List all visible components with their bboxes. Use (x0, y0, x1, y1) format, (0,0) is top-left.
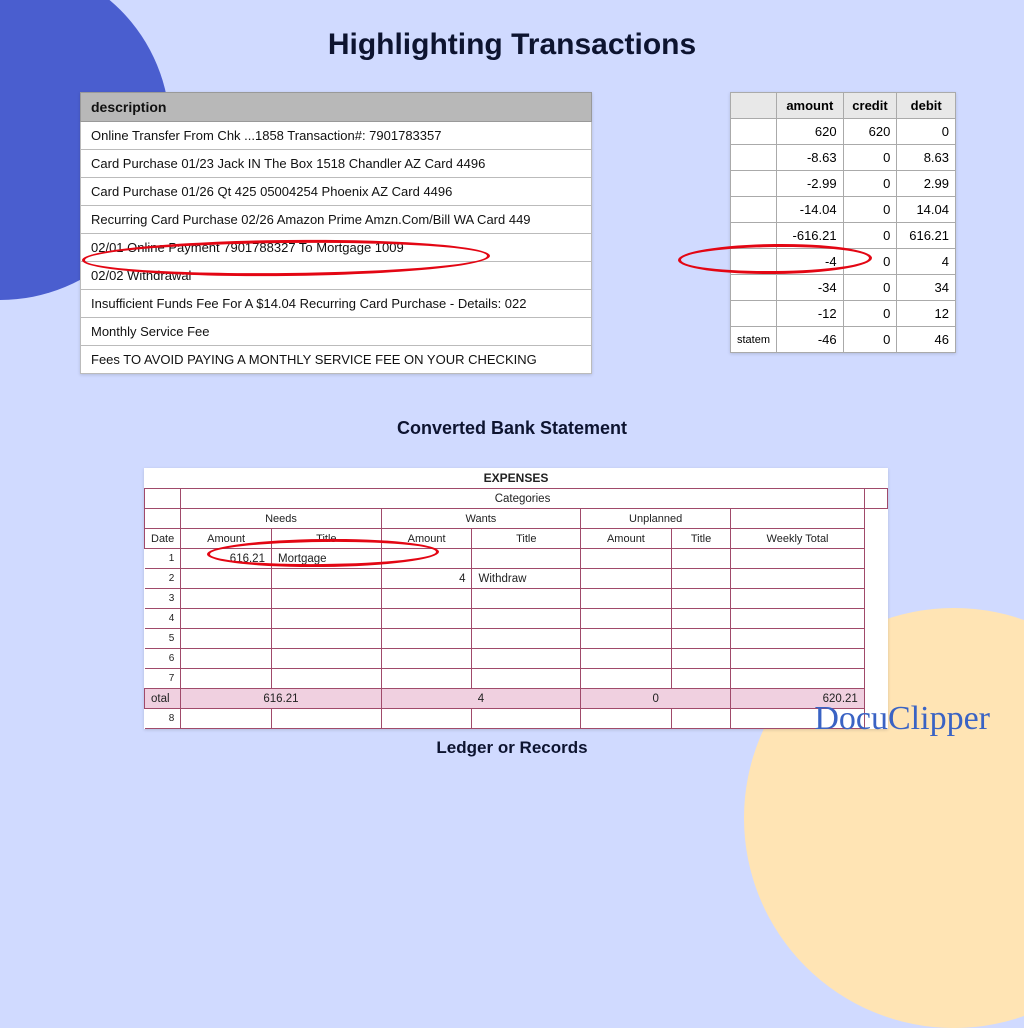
table-row: Insufficient Funds Fee For A $14.04 Recu… (80, 290, 592, 318)
table-row: Card Purchase 01/23 Jack IN The Box 1518… (80, 150, 592, 178)
table-row: 1 616.21 Mortgage (145, 549, 888, 569)
table-row: -2.9902.99 (731, 171, 956, 197)
group-wants: Wants (381, 509, 580, 529)
group-unplanned: Unplanned (581, 509, 731, 529)
table-row: -12012 (731, 301, 956, 327)
totals-row: otal 616.21 4 0 620.21 (145, 689, 888, 709)
amount-table: amount credit debit 6206200 -8.6308.63 -… (730, 92, 956, 353)
table-row: 6 (145, 649, 888, 669)
ledger-table: EXPENSES Categories Needs Wants Unplanne… (144, 468, 888, 729)
table-row: Card Purchase 01/26 Qt 425 05004254 Phoe… (80, 178, 592, 206)
col-debit: debit (897, 93, 956, 119)
docuclipper-logo: DocuClipper (814, 700, 990, 738)
table-row: -14.04014.04 (731, 197, 956, 223)
col-amount: Amount (381, 529, 472, 549)
group-needs: Needs (181, 509, 381, 529)
table-row: -34034 (731, 275, 956, 301)
table-row: 02/02 Withdrawal (80, 262, 592, 290)
col-date: Date (145, 529, 181, 549)
table-row: Recurring Card Purchase 02/26 Amazon Pri… (80, 206, 592, 234)
description-table: description Online Transfer From Chk ...… (80, 92, 592, 374)
col-amount: Amount (581, 529, 672, 549)
table-row: 02/01 Online Payment 7901788327 To Mortg… (80, 234, 592, 262)
table-row: 3 (145, 589, 888, 609)
caption-ledger: Ledger or Records (0, 738, 1024, 758)
page-title: Highlighting Transactions (0, 28, 1024, 62)
col-amount: Amount (181, 529, 272, 549)
col-blank (731, 93, 777, 119)
table-row: 6206200 (731, 119, 956, 145)
categories-label: Categories (181, 489, 865, 509)
caption-converted: Converted Bank Statement (0, 418, 1024, 439)
col-amount: amount (777, 93, 844, 119)
table-row: 4 (145, 609, 888, 629)
table-row: Online Transfer From Chk ...1858 Transac… (80, 122, 592, 150)
table-row: 5 (145, 629, 888, 649)
table-row: Monthly Service Fee (80, 318, 592, 346)
table-row: 8 (145, 709, 888, 729)
col-credit: credit (843, 93, 897, 119)
table-row: 7 (145, 669, 888, 689)
table-row: statem-46046 (731, 327, 956, 353)
col-title: Title (671, 529, 730, 549)
col-weekly: Weekly Total (731, 529, 865, 549)
col-title: Title (472, 529, 581, 549)
table-row: -616.210616.21 (731, 223, 956, 249)
table-row: 2 4 Withdraw (145, 569, 888, 589)
table-row: Fees TO AVOID PAYING A MONTHLY SERVICE F… (80, 346, 592, 374)
expenses-title: EXPENSES (145, 468, 888, 489)
col-title: Title (271, 529, 381, 549)
table-row: -8.6308.63 (731, 145, 956, 171)
table-row: -404 (731, 249, 956, 275)
description-header: description (80, 92, 592, 122)
